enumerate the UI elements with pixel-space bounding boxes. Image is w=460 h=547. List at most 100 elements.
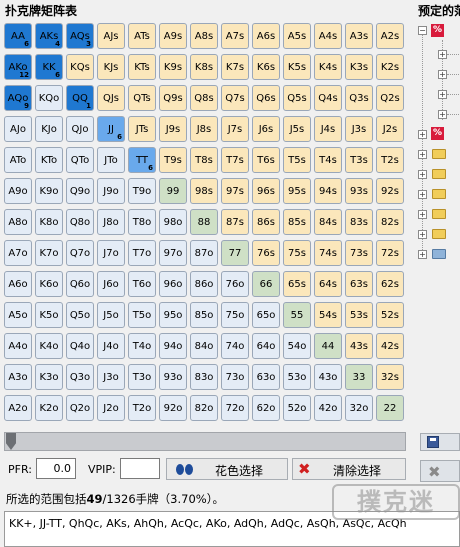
hand-cell[interactable]: 97s [221, 178, 249, 204]
hand-cell[interactable]: 88 [190, 209, 218, 235]
hand-cell[interactable]: Q3s [345, 85, 373, 111]
hand-cell[interactable]: 84o [190, 333, 218, 359]
hand-cell[interactable]: 72o [221, 395, 249, 421]
hand-cell[interactable]: 63s [345, 271, 373, 297]
hand-cell[interactable]: K9s [159, 54, 187, 80]
hand-cell[interactable]: 77 [221, 240, 249, 266]
hand-cell[interactable]: T2s [376, 147, 404, 173]
hand-cell[interactable]: 54o [283, 333, 311, 359]
hand-cell[interactable]: 76o [221, 271, 249, 297]
hand-cell[interactable]: Q8o [66, 209, 94, 235]
hand-cell[interactable]: KTs [128, 54, 156, 80]
hand-cell[interactable]: A2s [376, 23, 404, 49]
hand-cell[interactable]: T5o [128, 302, 156, 328]
hand-cell[interactable]: A8s [190, 23, 218, 49]
range-slider[interactable] [4, 432, 406, 451]
hand-cell[interactable]: A7o [4, 240, 32, 266]
expand-icon[interactable]: + [438, 70, 447, 79]
hand-cell[interactable]: A9o [4, 178, 32, 204]
hand-cell[interactable]: Q6s [252, 85, 280, 111]
hand-cell[interactable]: 99 [159, 178, 187, 204]
hand-cell[interactable]: T2o [128, 395, 156, 421]
hand-cell[interactable]: J9o [97, 178, 125, 204]
hand-cell[interactable]: JTs [128, 116, 156, 142]
hand-cell[interactable]: A4o [4, 333, 32, 359]
hand-cell[interactable]: 62s [376, 271, 404, 297]
hand-cell[interactable]: T9s [159, 147, 187, 173]
hand-cell[interactable]: 82s [376, 209, 404, 235]
expand-icon[interactable]: − [418, 26, 427, 35]
hand-cell[interactable]: A2o [4, 395, 32, 421]
hand-cell[interactable]: 86s [252, 209, 280, 235]
hand-cell[interactable]: A7s [221, 23, 249, 49]
hand-cell[interactable]: 42o [314, 395, 342, 421]
hand-cell[interactable]: J3s [345, 116, 373, 142]
hand-cell[interactable]: KK 6 [35, 54, 63, 80]
hand-cell[interactable]: J5o [97, 302, 125, 328]
hand-cell[interactable]: J4o [97, 333, 125, 359]
vpip-field[interactable] [120, 458, 160, 479]
hand-cell[interactable]: Q7o [66, 240, 94, 266]
hand-cell[interactable]: J6o [97, 271, 125, 297]
hand-cell[interactable]: 74s [314, 240, 342, 266]
hand-cell[interactable]: Q4o [66, 333, 94, 359]
hand-cell[interactable]: JJ 6 [97, 116, 125, 142]
hand-cell[interactable]: A6o [4, 271, 32, 297]
hand-cell[interactable]: 52o [283, 395, 311, 421]
hand-cell[interactable]: J4s [314, 116, 342, 142]
suit-select-button[interactable]: 花色选择 [166, 458, 288, 480]
hand-cell[interactable]: Q2o [66, 395, 94, 421]
hand-cell[interactable]: 33 [345, 364, 373, 390]
hand-cell[interactable]: T4o [128, 333, 156, 359]
hand-cell[interactable]: T9o [128, 178, 156, 204]
hand-cell[interactable]: A5s [283, 23, 311, 49]
expand-icon[interactable]: + [418, 190, 427, 199]
hand-cell[interactable]: 97o [159, 240, 187, 266]
hand-cell[interactable]: K6s [252, 54, 280, 80]
hand-cell[interactable]: KJo [35, 116, 63, 142]
hand-cell[interactable]: 94o [159, 333, 187, 359]
hand-cell[interactable]: 83s [345, 209, 373, 235]
hand-cell[interactable]: AQs 3 [66, 23, 94, 49]
hand-cell[interactable]: Q5o [66, 302, 94, 328]
hand-cell[interactable]: K5o [35, 302, 63, 328]
hand-cell[interactable]: 82o [190, 395, 218, 421]
hand-cell[interactable]: T8s [190, 147, 218, 173]
hand-cell[interactable]: 76s [252, 240, 280, 266]
hand-cell[interactable]: J5s [283, 116, 311, 142]
hand-cell[interactable]: 63o [252, 364, 280, 390]
hand-cell[interactable]: K4o [35, 333, 63, 359]
hand-cell[interactable]: 43s [345, 333, 373, 359]
hand-cell[interactable]: Q4s [314, 85, 342, 111]
preset-tree[interactable]: − % + + + + + % + + + + + + [418, 20, 460, 260]
hand-cell[interactable]: 95s [283, 178, 311, 204]
hand-cell[interactable]: J7o [97, 240, 125, 266]
hand-cell[interactable]: T6o [128, 271, 156, 297]
hand-cell[interactable]: 73s [345, 240, 373, 266]
pfr-field[interactable]: 0.0 [36, 458, 76, 479]
hand-cell[interactable]: 44 [314, 333, 342, 359]
hand-cell[interactable]: QTo [66, 147, 94, 173]
hand-cell[interactable]: 92o [159, 395, 187, 421]
hand-cell[interactable]: K9o [35, 178, 63, 204]
hand-cell[interactable]: KTo [35, 147, 63, 173]
hand-cell[interactable]: A8o [4, 209, 32, 235]
hand-cell[interactable]: J2s [376, 116, 404, 142]
hand-cell[interactable]: 53o [283, 364, 311, 390]
hand-cell[interactable]: 98s [190, 178, 218, 204]
hand-cell[interactable]: A6s [252, 23, 280, 49]
hand-cell[interactable]: T5s [283, 147, 311, 173]
expand-icon[interactable]: + [418, 250, 427, 259]
expand-icon[interactable]: + [418, 170, 427, 179]
hand-cell[interactable]: 74o [221, 333, 249, 359]
hand-cell[interactable]: 32o [345, 395, 373, 421]
hand-cell[interactable]: K2o [35, 395, 63, 421]
hand-cell[interactable]: 32s [376, 364, 404, 390]
hand-cell[interactable]: K5s [283, 54, 311, 80]
hand-cell[interactable]: T7s [221, 147, 249, 173]
hand-cell[interactable]: 86o [190, 271, 218, 297]
expand-icon[interactable]: + [438, 50, 447, 59]
hand-cell[interactable]: T4s [314, 147, 342, 173]
hand-cell[interactable]: 52s [376, 302, 404, 328]
hand-cell[interactable]: Q2s [376, 85, 404, 111]
